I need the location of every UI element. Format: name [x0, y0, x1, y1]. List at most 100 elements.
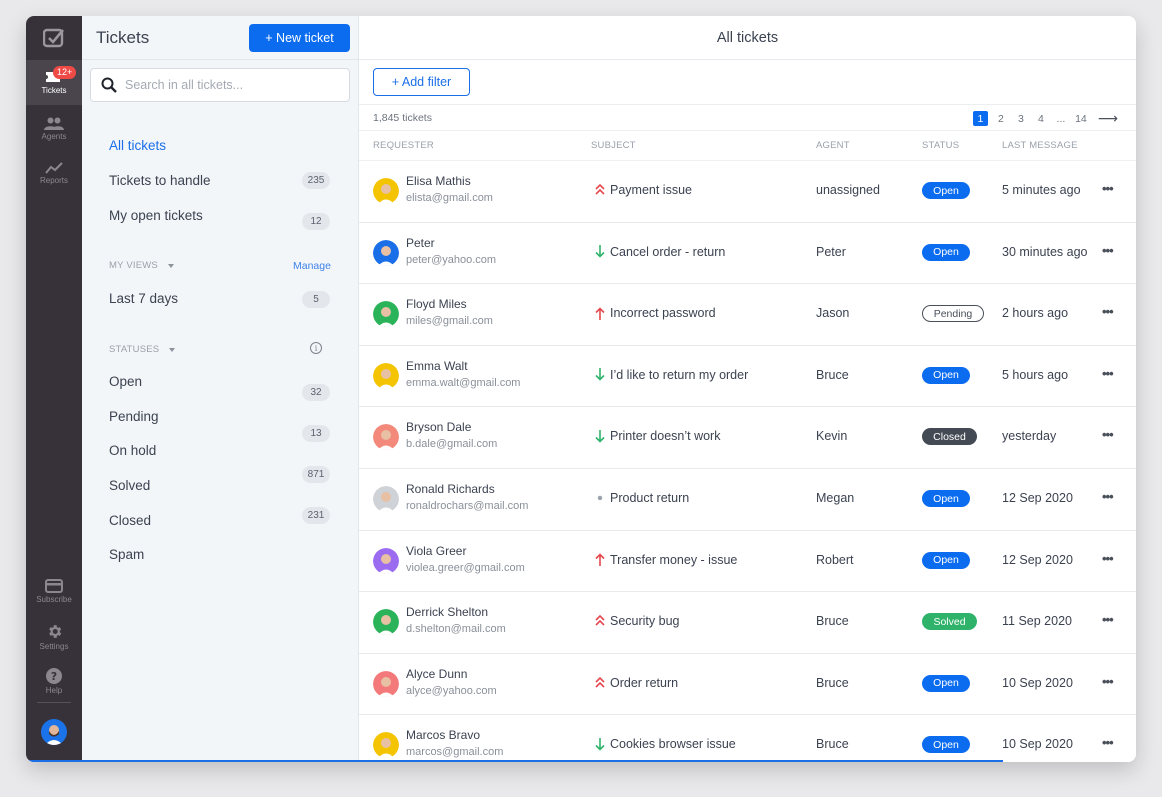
- search-input[interactable]: [125, 78, 345, 92]
- view-all-tickets[interactable]: All tickets: [109, 138, 166, 153]
- view-last-7-days[interactable]: Last 7 days: [109, 291, 178, 306]
- status-spam[interactable]: Spam: [109, 547, 144, 562]
- requester-email: b.dale@gmail.com: [406, 438, 498, 451]
- requester-avatar: [373, 670, 399, 697]
- count-badge: 231: [302, 507, 330, 524]
- more-horizontal-icon[interactable]: •••: [1102, 181, 1114, 196]
- ticket-subject[interactable]: Product return: [610, 491, 689, 505]
- more-horizontal-icon[interactable]: •••: [1102, 674, 1114, 689]
- rail-item-agents[interactable]: Agents: [26, 106, 82, 151]
- status-open[interactable]: Open: [109, 374, 142, 389]
- requester-avatar: [373, 301, 399, 328]
- count-badge: 32: [302, 384, 330, 401]
- ticket-subject[interactable]: Cancel order - return: [610, 245, 725, 259]
- rail-item-subscribe[interactable]: Subscribe: [26, 569, 82, 614]
- more-horizontal-icon[interactable]: •••: [1102, 612, 1114, 627]
- caret-down-icon: [167, 263, 174, 268]
- arrow-right-icon[interactable]: ⟶: [1098, 110, 1118, 126]
- ticket-subject[interactable]: Cookies browser issue: [610, 737, 736, 751]
- view-my-open-tickets[interactable]: My open tickets: [109, 208, 203, 223]
- table-row[interactable]: Marcos Bravo marcos@gmail.com Cookies br…: [359, 714, 1136, 762]
- search-box[interactable]: [90, 68, 350, 102]
- manage-views-link[interactable]: Manage: [293, 260, 331, 272]
- page-4[interactable]: 4: [1034, 111, 1048, 126]
- last-message-time: 2 hours ago: [1002, 306, 1069, 321]
- requester-name: Ronald Richards: [406, 482, 495, 496]
- status-badge: Solved: [922, 613, 977, 631]
- column-requester[interactable]: REQUESTER: [373, 140, 434, 151]
- new-ticket-button[interactable]: + New ticket: [249, 24, 350, 52]
- table-row[interactable]: Floyd Miles miles@gmail.com Incorrect pa…: [359, 283, 1136, 345]
- view-tickets-to-handle[interactable]: Tickets to handle: [109, 173, 211, 188]
- status-solved[interactable]: Solved: [109, 478, 150, 493]
- column-agent[interactable]: AGENT: [816, 140, 850, 151]
- ticket-subject[interactable]: Transfer money - issue: [610, 553, 737, 567]
- table-row[interactable]: Elisa Mathis elista@gmail.com Payment is…: [359, 160, 1136, 222]
- page-2[interactable]: 2: [994, 111, 1008, 126]
- table-row[interactable]: Peter peter@yahoo.com Cancel order - ret…: [359, 221, 1136, 284]
- ticket-agent: Robert: [816, 552, 854, 567]
- rail-item-tickets[interactable]: 12+ Tickets: [26, 60, 82, 105]
- add-filter-button[interactable]: + Add filter: [373, 68, 470, 96]
- ticket-subject[interactable]: Payment issue: [610, 183, 692, 197]
- statuses-toggle[interactable]: STATUSES: [109, 344, 176, 355]
- more-horizontal-icon[interactable]: •••: [1102, 427, 1114, 442]
- more-horizontal-icon[interactable]: •••: [1102, 735, 1114, 750]
- more-horizontal-icon[interactable]: •••: [1102, 489, 1114, 504]
- table-header: REQUESTER SUBJECT AGENT STATUS LAST MESS…: [359, 132, 1136, 160]
- rail-item-settings[interactable]: Settings: [26, 614, 82, 659]
- column-status[interactable]: STATUS: [922, 140, 959, 151]
- requester-avatar: [373, 239, 399, 266]
- ticket-subject[interactable]: Incorrect password: [610, 306, 716, 320]
- priority-urgent-icon: [595, 614, 605, 628]
- requester-name: Peter: [406, 235, 435, 250]
- priority-urgent-icon: [595, 676, 605, 690]
- table-row[interactable]: Bryson Dale b.dale@gmail.com Printer doe…: [359, 406, 1136, 468]
- last-message-time: 5 hours ago: [1002, 367, 1069, 382]
- page-3[interactable]: 3: [1014, 111, 1028, 126]
- card-icon: [45, 579, 63, 593]
- info-icon[interactable]: i: [310, 342, 322, 354]
- user-avatar[interactable]: [41, 719, 67, 745]
- more-horizontal-icon[interactable]: •••: [1102, 551, 1114, 566]
- table-row[interactable]: Viola Greer violea.greer@gmail.com Trans…: [359, 529, 1136, 592]
- app-logo[interactable]: [26, 16, 82, 60]
- more-horizontal-icon[interactable]: •••: [1102, 366, 1114, 381]
- ticket-agent: Kevin: [816, 429, 848, 444]
- status-closed[interactable]: Closed: [109, 513, 151, 528]
- priority-low-icon: [595, 368, 605, 382]
- column-subject[interactable]: SUBJECT: [591, 140, 636, 151]
- requester-name: Bryson Dale: [406, 420, 472, 435]
- status-on-hold[interactable]: On hold: [109, 443, 156, 458]
- table-row[interactable]: Emma Walt emma.walt@gmail.com I’d like t…: [359, 344, 1136, 407]
- column-last-message[interactable]: LAST MESSAGE: [1002, 140, 1078, 151]
- ticket-subject[interactable]: I’d like to return my order: [610, 368, 748, 382]
- table-row[interactable]: Ronald Richards ronaldrochars@mail.com P…: [359, 468, 1136, 530]
- status-badge: Open: [922, 182, 970, 199]
- ticket-agent: unassigned: [816, 183, 880, 197]
- my-views-toggle[interactable]: MY VIEWS: [109, 260, 174, 271]
- rail-label: Subscribe: [36, 595, 72, 604]
- ticket-agent: Bruce: [816, 367, 849, 382]
- table-row[interactable]: Alyce Dunn alyce@yahoo.com Order return …: [359, 652, 1136, 715]
- rail-label: Settings: [39, 641, 69, 651]
- priority-urgent-icon: [595, 183, 605, 197]
- more-horizontal-icon[interactable]: •••: [1102, 304, 1114, 319]
- ticket-subject[interactable]: Security bug: [610, 614, 679, 628]
- ticket-subject[interactable]: Order return: [610, 676, 678, 690]
- panel-header: Tickets + New ticket: [82, 16, 359, 60]
- more-horizontal-icon[interactable]: •••: [1102, 243, 1114, 258]
- ticket-agent: Bruce: [816, 737, 849, 752]
- rail-item-reports[interactable]: Reports: [26, 151, 82, 196]
- status-pending[interactable]: Pending: [109, 409, 159, 424]
- page-1[interactable]: 1: [972, 111, 988, 126]
- last-message-time: 11 Sep 2020: [1002, 614, 1072, 629]
- last-message-time: 30 minutes ago: [1002, 244, 1088, 259]
- count-badge: 5: [302, 291, 330, 308]
- table-row[interactable]: Derrick Shelton d.shelton@mail.com Secur…: [359, 591, 1136, 653]
- rail-item-help[interactable]: ? Help: [26, 659, 82, 704]
- ticket-subject[interactable]: Printer doesn’t work: [610, 429, 720, 443]
- rail-divider: [37, 702, 71, 703]
- page-14[interactable]: 14: [1074, 111, 1088, 126]
- requester-email: d.shelton@mail.com: [406, 623, 506, 636]
